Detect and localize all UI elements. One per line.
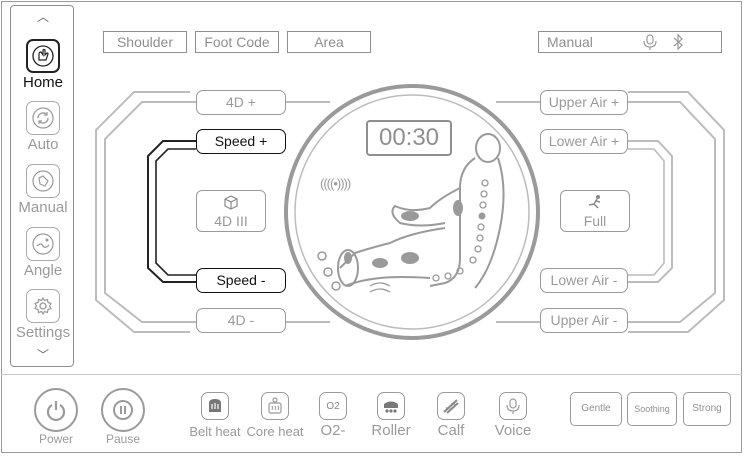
power-label: Power — [38, 432, 73, 446]
voice-icon — [499, 392, 527, 420]
gentle-button[interactable]: Gentle — [570, 392, 622, 426]
core-heat-label: Core heat — [246, 424, 304, 439]
pause-button[interactable]: Pause — [98, 388, 148, 446]
core-heat-icon — [261, 392, 289, 420]
recline-person-icon — [561, 194, 629, 213]
roller-button[interactable]: Roller — [366, 392, 416, 439]
o2-label: O2- — [320, 422, 346, 439]
core-heat-button[interactable]: Core heat — [246, 392, 304, 439]
bottom-divider — [1, 374, 742, 375]
foot-roller-icon — [377, 392, 405, 420]
full-mode-indicator[interactable]: Full — [560, 190, 630, 232]
calf-button[interactable]: Calf — [426, 392, 476, 439]
full-mode-label: Full — [583, 213, 607, 229]
upper-air-plus-button[interactable]: Upper Air + — [540, 90, 628, 115]
4d-cube-icon — [197, 194, 265, 213]
4d-plus-button[interactable]: 4D + — [196, 90, 286, 115]
belt-heat-label: Belt heat — [189, 424, 241, 439]
power-button[interactable]: Power — [31, 388, 81, 446]
speed-plus-button[interactable]: Speed + — [196, 129, 286, 154]
voice-button[interactable]: Voice — [488, 392, 538, 439]
massage-chair-body-diagram — [317, 133, 505, 293]
belt-heat-button[interactable]: Belt heat — [186, 392, 244, 439]
voice-label: Voice — [494, 422, 532, 439]
o2-button[interactable]: O2 O2- — [310, 392, 356, 439]
upper-air-minus-button[interactable]: Upper Air - — [540, 308, 628, 333]
strong-button[interactable]: Strong — [683, 392, 731, 426]
belt-heat-icon — [201, 392, 229, 420]
pause-icon — [101, 388, 145, 432]
roller-label: Roller — [371, 422, 411, 439]
speed-minus-button[interactable]: Speed - — [196, 268, 286, 293]
oxygen-icon-text: O2 — [326, 400, 340, 412]
lower-air-minus-button[interactable]: Lower Air - — [540, 268, 628, 293]
4d-minus-button[interactable]: 4D - — [196, 308, 286, 333]
4d-mode-indicator[interactable]: 4D III — [196, 190, 266, 232]
4d-mode-label: 4D III — [214, 213, 248, 229]
lower-air-plus-button[interactable]: Lower Air + — [540, 129, 628, 154]
calf-massage-icon — [437, 392, 465, 420]
pause-label: Pause — [105, 432, 141, 446]
power-icon — [34, 388, 78, 432]
oxygen-icon: O2 — [319, 392, 347, 420]
calf-label: Calf — [437, 422, 465, 439]
soothing-button[interactable]: Soothing — [627, 392, 677, 426]
